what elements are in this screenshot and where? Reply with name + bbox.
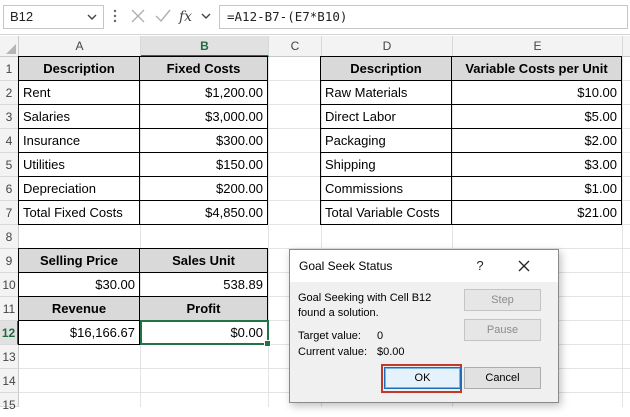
column-header-e[interactable]: E [453, 36, 623, 57]
variable-cost-description[interactable]: Shipping [320, 152, 452, 177]
column-header-c[interactable]: C [269, 36, 322, 57]
formula-bar: B12 fx =A12-B7-(E7*B10) [0, 0, 630, 35]
fixed-cost-amount[interactable]: $300.00 [139, 128, 268, 153]
cancel-x-icon[interactable] [130, 8, 146, 24]
row-header-1[interactable]: 1 [0, 57, 19, 81]
name-box-value: B12 [10, 9, 34, 24]
row-header-4[interactable]: 4 [0, 129, 19, 153]
dialog-title: Goal Seek Status [299, 259, 393, 273]
gridline [268, 57, 269, 407]
formula-input[interactable]: =A12-B7-(E7*B10) [219, 5, 628, 29]
gridline [622, 57, 623, 407]
row-header-5[interactable]: 5 [0, 153, 19, 177]
revenue-label[interactable]: Revenue [18, 296, 140, 321]
variable-cost-amount[interactable]: $5.00 [451, 104, 622, 129]
pause-button[interactable]: Pause [464, 319, 541, 341]
goal-seek-status-dialog: Goal Seek Status ? Goal Seeking with Cel… [289, 249, 559, 403]
fixed-costs-header-description[interactable]: Description [18, 56, 140, 81]
variable-cost-amount[interactable]: $10.00 [451, 80, 622, 105]
row-header-6[interactable]: 6 [0, 177, 19, 201]
row-header-12[interactable]: 12 [0, 321, 19, 345]
variable-cost-description[interactable]: Packaging [320, 128, 452, 153]
sales-unit-label[interactable]: Sales Unit [139, 248, 268, 273]
profit-label[interactable]: Profit [139, 296, 268, 321]
selling-price-value[interactable]: $30.00 [18, 272, 140, 297]
fixed-cost-amount[interactable]: $150.00 [139, 152, 268, 177]
active-cell-selection[interactable] [140, 320, 271, 347]
row-header-10[interactable]: 10 [0, 273, 19, 297]
formula-text: =A12-B7-(E7*B10) [227, 9, 348, 24]
revenue-value[interactable]: $16,166.67 [18, 320, 140, 345]
more-dots-icon [113, 9, 117, 23]
column-header-f[interactable] [623, 36, 630, 57]
variable-cost-description[interactable]: Commissions [320, 176, 452, 201]
variable-cost-total[interactable]: $21.00 [451, 200, 622, 225]
fixed-cost-description[interactable]: Rent [18, 80, 140, 105]
current-value-label: Current value: [298, 346, 368, 358]
chevron-down-icon[interactable] [200, 8, 212, 24]
variable-cost-amount[interactable]: $1.00 [451, 176, 622, 201]
column-header-a[interactable]: A [19, 36, 141, 57]
row-header-15[interactable]: 15 [0, 393, 19, 412]
row-header-3[interactable]: 3 [0, 105, 19, 129]
variable-cost-amount[interactable]: $3.00 [451, 152, 622, 177]
fixed-cost-amount[interactable]: $3,000.00 [139, 104, 268, 129]
fixed-cost-amount[interactable]: $200.00 [139, 176, 268, 201]
row-header-7[interactable]: 7 [0, 201, 19, 225]
function-fx-icon[interactable]: fx [178, 7, 198, 25]
step-button[interactable]: Step [464, 289, 541, 311]
fixed-cost-amount[interactable]: $1,200.00 [139, 80, 268, 105]
variable-cost-total-label[interactable]: Total Variable Costs [320, 200, 452, 225]
fixed-cost-total[interactable]: $4,850.00 [139, 200, 268, 225]
svg-text:fx: fx [178, 9, 192, 25]
variable-cost-amount[interactable]: $2.00 [451, 128, 622, 153]
fixed-cost-description[interactable]: Depreciation [18, 176, 140, 201]
dialog-titlebar[interactable]: Goal Seek Status ? [290, 250, 558, 282]
row-header-8[interactable]: 8 [0, 225, 19, 249]
variable-cost-description[interactable]: Raw Materials [320, 80, 452, 105]
variable-costs-header-description[interactable]: Description [320, 56, 452, 81]
sales-unit-value[interactable]: 538.89 [139, 272, 268, 297]
name-box[interactable]: B12 [3, 5, 104, 29]
chevron-down-icon[interactable] [85, 8, 99, 26]
current-value: $0.00 [377, 346, 405, 358]
fixed-cost-description[interactable]: Insurance [18, 128, 140, 153]
fixed-cost-description[interactable]: Salaries [18, 104, 140, 129]
cancel-button[interactable]: Cancel [464, 367, 541, 389]
dialog-message-line1: Goal Seeking with Cell B12 [298, 292, 432, 304]
row-header-14[interactable]: 14 [0, 369, 19, 393]
row-header-9[interactable]: 9 [0, 249, 19, 273]
select-all-corner[interactable] [0, 36, 19, 57]
column-header-d[interactable]: D [322, 36, 453, 57]
row-header-11[interactable]: 11 [0, 297, 19, 321]
variable-costs-header-amount[interactable]: Variable Costs per Unit [451, 56, 622, 81]
fixed-cost-total-label[interactable]: Total Fixed Costs [18, 200, 140, 225]
selling-price-label[interactable]: Selling Price [18, 248, 140, 273]
close-icon[interactable] [514, 256, 534, 276]
target-value-label: Target value: [298, 330, 361, 342]
variable-cost-description[interactable]: Direct Labor [320, 104, 452, 129]
row-header-2[interactable]: 2 [0, 81, 19, 105]
fixed-costs-header-amount[interactable]: Fixed Costs [139, 56, 268, 81]
fixed-cost-description[interactable]: Utilities [18, 152, 140, 177]
column-header-b[interactable]: B [141, 36, 269, 57]
help-button[interactable]: ? [470, 256, 490, 276]
dialog-message-line2: found a solution. [298, 307, 379, 319]
target-value: 0 [377, 330, 384, 342]
ok-button[interactable]: OK [384, 367, 461, 389]
row-header-13[interactable]: 13 [0, 345, 19, 369]
confirm-check-icon[interactable] [154, 8, 172, 24]
